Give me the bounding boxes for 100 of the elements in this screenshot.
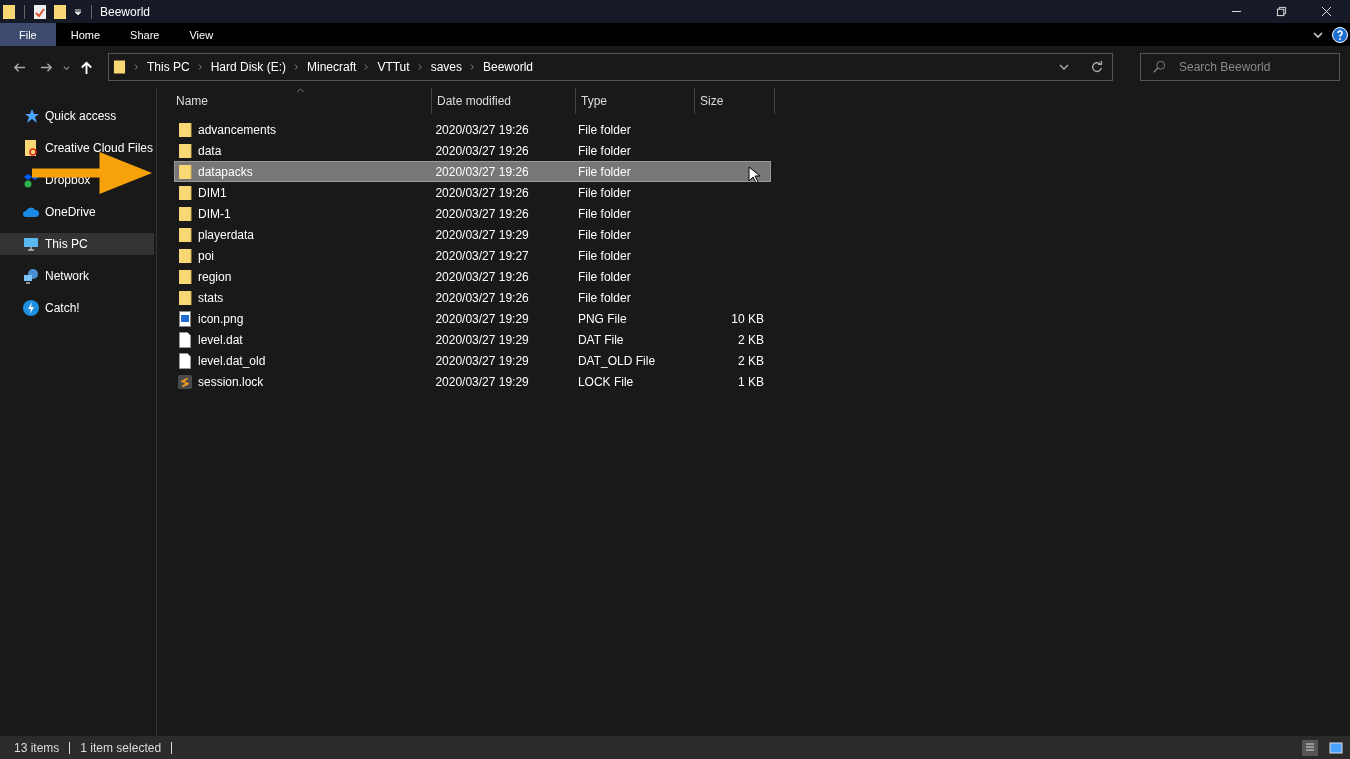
ribbon-tab[interactable]: File — [0, 23, 56, 46]
date-cell-text: 2020/03/27 19:27 — [434, 248, 530, 263]
mouse-cursor-icon — [748, 166, 760, 184]
file-row[interactable]: icon.png 2020/03/27 19:29 PNG File 10 KB — [174, 308, 771, 329]
file-name: icon.png — [198, 311, 244, 326]
file-name: session.lock — [198, 374, 264, 389]
file-name: level.dat — [198, 332, 243, 347]
column-header[interactable]: Name — [174, 88, 432, 114]
date-cell-text: 2020/03/27 19:29 — [434, 227, 530, 242]
ribbon-tab[interactable]: Home — [55, 23, 116, 46]
new-folder-icon[interactable] — [53, 3, 67, 20]
column-header[interactable]: Type — [576, 88, 695, 114]
file-icon — [178, 352, 192, 369]
file-row[interactable]: region 2020/03/27 19:26 File folder — [174, 266, 771, 287]
large-icons-view-icon[interactable] — [1328, 739, 1344, 756]
breadcrumb[interactable]: This PC — [147, 60, 190, 74]
file-row[interactable]: session.lock 2020/03/27 19:29 LOCK File 1 KB — [174, 371, 771, 392]
chevron-right-icon[interactable] — [417, 63, 423, 71]
chevron-down-icon[interactable] — [1058, 61, 1070, 73]
chevron-right-icon[interactable] — [197, 63, 203, 71]
file-icon — [178, 331, 192, 348]
properties-icon[interactable] — [33, 3, 47, 20]
type-cell-text: LOCK File — [576, 374, 635, 389]
type-cell-text: DAT File — [576, 332, 625, 347]
lightning-icon — [23, 300, 39, 316]
type-cell-text: File folder — [576, 290, 632, 305]
size-cell: 2 KB — [738, 332, 764, 347]
refresh-icon[interactable] — [1090, 60, 1104, 74]
dropdown-icon[interactable] — [73, 6, 83, 17]
file-row[interactable]: advancements 2020/03/27 19:26 File folder — [174, 119, 771, 140]
breadcrumb[interactable]: Minecraft — [307, 60, 357, 74]
date-cell-text: 2020/03/27 19:29 — [434, 374, 530, 389]
breadcrumb[interactable]: VTTut — [377, 60, 410, 74]
sidebar-item[interactable]: Network — [0, 265, 154, 287]
type-cell-text: File folder — [576, 227, 632, 242]
file-name: region — [198, 269, 232, 284]
date-cell-text: 2020/03/27 19:26 — [434, 269, 530, 284]
folder-icon — [178, 184, 192, 201]
breadcrumb[interactable]: Beeworld — [483, 60, 533, 74]
type-cell-text: File folder — [576, 122, 632, 137]
address-bar[interactable]: This PC Hard Disk (E:) Minecraft VTTut saves Beeworld — [108, 53, 1113, 81]
date-cell-text: 2020/03/27 19:26 — [434, 185, 530, 200]
chevron-right-icon[interactable] — [134, 63, 139, 71]
help-icon[interactable] — [1332, 26, 1348, 43]
sidebar-item[interactable]: This PC — [0, 233, 154, 255]
size-cell: 1 KB — [738, 374, 764, 389]
size-cell: 2 KB — [738, 353, 764, 368]
folder-icon — [178, 121, 192, 138]
type-cell-text: File folder — [576, 143, 632, 158]
up-arrow-icon[interactable] — [79, 59, 94, 75]
type-cell-text: File folder — [576, 269, 632, 284]
sidebar-item[interactable]: Quick access — [0, 105, 154, 127]
file-row[interactable]: datapacks 2020/03/27 19:26 File folder — [174, 161, 771, 182]
chevron-right-icon[interactable] — [470, 63, 475, 71]
file-row[interactable]: poi 2020/03/27 19:27 File folder — [174, 245, 771, 266]
file-name: data — [198, 143, 222, 158]
type-cell-text: PNG File — [576, 311, 628, 326]
file-name: DIM-1 — [198, 206, 231, 221]
column-header[interactable]: Size — [695, 88, 775, 114]
folder-icon — [178, 247, 192, 264]
folder-icon[interactable] — [2, 3, 16, 20]
image-file-icon — [178, 310, 192, 327]
restore-icon[interactable] — [1276, 6, 1287, 17]
chevron-right-icon[interactable] — [364, 63, 370, 71]
file-row[interactable]: DIM1 2020/03/27 19:26 File folder — [174, 182, 771, 203]
type-cell-text: File folder — [576, 164, 632, 179]
type-cell-text: DAT_OLD File — [576, 353, 657, 368]
breadcrumb[interactable]: Hard Disk (E:) — [210, 60, 287, 74]
window-title: Beeworld — [100, 4, 151, 19]
sidebar-item[interactable]: Creative Cloud Files — [0, 137, 154, 159]
details-view-icon[interactable] — [1302, 739, 1318, 756]
monitor-icon — [23, 236, 39, 252]
date-cell-text: 2020/03/27 19:26 — [434, 143, 530, 158]
file-row[interactable]: level.dat 2020/03/27 19:29 DAT File 2 KB — [174, 329, 771, 350]
date-cell-text: 2020/03/27 19:29 — [434, 311, 530, 326]
file-row[interactable]: stats 2020/03/27 19:26 File folder — [174, 287, 771, 308]
file-row[interactable]: playerdata 2020/03/27 19:29 File folder — [174, 224, 771, 245]
file-row[interactable]: data 2020/03/27 19:26 File folder — [174, 140, 771, 161]
network-icon — [23, 268, 39, 284]
column-header[interactable]: Date modified — [432, 88, 576, 114]
folder-icon — [178, 289, 192, 306]
file-row[interactable]: level.dat_old 2020/03/27 19:29 DAT_OLD File 2 KB — [174, 350, 771, 371]
ribbon-tab[interactable]: View — [174, 23, 229, 46]
chevron-right-icon[interactable] — [294, 63, 300, 71]
search-field[interactable]: Search Beeworld — [1140, 53, 1340, 81]
close-icon[interactable] — [1321, 6, 1332, 17]
file-name: advancements — [198, 122, 277, 137]
type-cell-text: File folder — [576, 206, 632, 221]
script-file-icon — [178, 373, 192, 390]
date-cell-text: 2020/03/27 19:26 — [434, 290, 530, 305]
breadcrumb[interactable]: saves — [430, 60, 462, 74]
folder-icon — [23, 140, 39, 156]
ribbon-tab[interactable]: Share — [115, 23, 175, 46]
date-cell-text: 2020/03/27 19:29 — [434, 332, 530, 347]
file-name: DIM1 — [198, 185, 227, 200]
sidebar-item[interactable]: Catch! — [0, 297, 154, 319]
file-name: level.dat_old — [198, 353, 266, 368]
sidebar-item[interactable]: OneDrive — [0, 201, 154, 223]
file-row[interactable]: DIM-1 2020/03/27 19:26 File folder — [174, 203, 771, 224]
file-name: datapacks — [198, 164, 253, 179]
